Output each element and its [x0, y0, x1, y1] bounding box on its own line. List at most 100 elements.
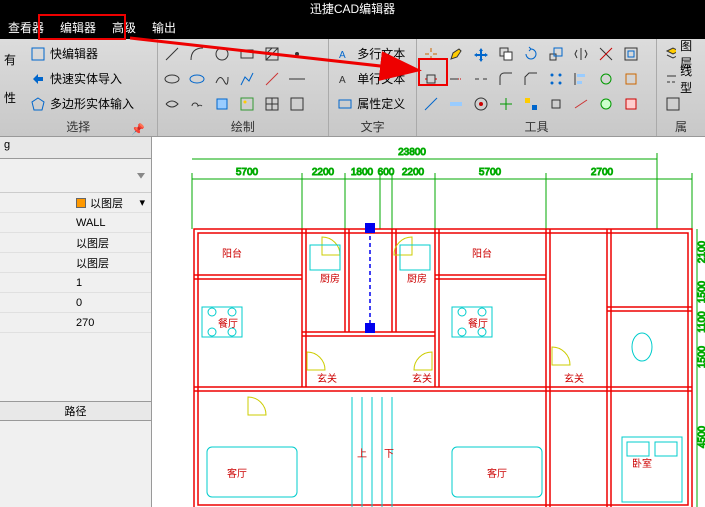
- ellipse-icon[interactable]: [160, 66, 185, 91]
- pline-icon[interactable]: [235, 66, 260, 91]
- hatch-icon[interactable]: [260, 41, 285, 66]
- stretch-icon[interactable]: [419, 66, 444, 91]
- array-icon[interactable]: [544, 66, 569, 91]
- point-icon[interactable]: [285, 41, 310, 66]
- prop-thickness[interactable]: 0: [0, 293, 151, 313]
- region-icon[interactable]: [210, 91, 235, 116]
- line-icon[interactable]: [160, 41, 185, 66]
- mtext-button[interactable]: A 多行文本: [333, 42, 409, 66]
- tool23-icon[interactable]: [519, 91, 544, 116]
- drawing-canvas[interactable]: 23800 5700 2200 1800 600 2200 5700 2700 …: [152, 137, 705, 507]
- polygon-input-button[interactable]: 多边形实体输入: [26, 92, 138, 116]
- tool17-icon[interactable]: [594, 66, 619, 91]
- prop-rotation[interactable]: 270: [0, 313, 151, 333]
- fillet-icon[interactable]: [494, 66, 519, 91]
- copy-icon[interactable]: [494, 41, 519, 66]
- tool20-icon[interactable]: [444, 91, 469, 116]
- svg-text:5700: 5700: [479, 167, 502, 178]
- prop-layer[interactable]: WALL: [0, 213, 151, 233]
- menu-bar: 查看器 编辑器 高级 输出: [0, 18, 705, 39]
- rotate-icon[interactable]: [519, 41, 544, 66]
- cut-label-2: 性: [4, 89, 22, 106]
- svg-text:23800: 23800: [398, 147, 426, 158]
- svg-text:玄关: 玄关: [317, 372, 337, 385]
- menu-editor[interactable]: 编辑器: [52, 18, 104, 39]
- quick-edit-icon: [30, 46, 46, 62]
- arc-icon[interactable]: [185, 41, 210, 66]
- align-icon[interactable]: [569, 66, 594, 91]
- prop-color[interactable]: 以图层 ▾: [0, 193, 151, 213]
- svg-text:客厅: 客厅: [487, 467, 507, 480]
- linetype-button[interactable]: 线型: [661, 67, 701, 91]
- ribbon-group-text: A 多行文本 A 单行文本 属性定义 文字: [329, 39, 417, 136]
- prop-lineweight[interactable]: 以图层: [0, 253, 151, 273]
- prop-scale[interactable]: 1: [0, 273, 151, 293]
- ribbon-group-prop: 图层 线型 属: [657, 39, 705, 136]
- menu-output[interactable]: 输出: [144, 18, 184, 39]
- svg-text:1800: 1800: [351, 167, 374, 178]
- explode-icon[interactable]: [419, 41, 444, 66]
- quick-import-button[interactable]: 快速实体导入: [26, 67, 138, 91]
- pin-icon[interactable]: 📌: [131, 123, 145, 136]
- menu-advanced[interactable]: 高级: [104, 18, 144, 39]
- prop-row3[interactable]: [661, 92, 701, 116]
- tool22-icon[interactable]: [494, 91, 519, 116]
- tool26-icon[interactable]: [594, 91, 619, 116]
- svg-text:1500: 1500: [697, 280, 705, 303]
- rect-icon[interactable]: [235, 41, 260, 66]
- mirror-icon[interactable]: [569, 41, 594, 66]
- quick-editor-button[interactable]: 快编辑器: [26, 42, 138, 66]
- ray-icon[interactable]: [260, 66, 285, 91]
- extend-icon[interactable]: [444, 66, 469, 91]
- svg-text:5700: 5700: [236, 167, 259, 178]
- image-icon[interactable]: [235, 91, 260, 116]
- path-section-header[interactable]: 路径: [0, 401, 151, 421]
- text-group-label: 文字: [329, 118, 416, 136]
- ribbon-group-select: 有 性 快编辑器 快速实体导入 多边形实体输入 选择: [0, 39, 158, 136]
- svg-text:2100: 2100: [697, 240, 705, 263]
- svg-text:2700: 2700: [591, 167, 614, 178]
- attdef-icon: [337, 96, 353, 112]
- dtext-button[interactable]: A 单行文本: [333, 67, 409, 91]
- svg-text:上: 上: [357, 448, 367, 460]
- move-icon[interactable]: [469, 41, 494, 66]
- attdef-button[interactable]: 属性定义: [333, 92, 409, 116]
- ellipse2-icon[interactable]: [185, 66, 210, 91]
- tool24-icon[interactable]: [544, 91, 569, 116]
- tool19-icon[interactable]: [419, 91, 444, 116]
- menu-viewer[interactable]: 查看器: [0, 18, 52, 39]
- svg-text:下: 下: [384, 449, 394, 460]
- svg-text:阳台: 阳台: [222, 247, 242, 260]
- more-draw-icon[interactable]: [285, 91, 310, 116]
- tool27-icon[interactable]: [619, 91, 644, 116]
- panel-tab[interactable]: g: [0, 137, 151, 159]
- tools-group-label: 工具: [417, 118, 656, 136]
- break-icon[interactable]: [469, 66, 494, 91]
- prop-linetype[interactable]: 以图层: [0, 233, 151, 253]
- tool25-icon[interactable]: [569, 91, 594, 116]
- chamfer-icon[interactable]: [519, 66, 544, 91]
- cloud-icon[interactable]: [185, 91, 210, 116]
- properties-panel: g 以图层 ▾ WALL 以图层 以图层 1 0 270 📌 路径: [0, 137, 152, 507]
- ribbon-group-tools: 工具: [417, 39, 657, 136]
- draw-group-label: 绘制: [158, 118, 329, 136]
- tool21-icon[interactable]: [469, 91, 494, 116]
- svg-text:玄关: 玄关: [564, 372, 584, 385]
- offset-icon[interactable]: [619, 41, 644, 66]
- tool18-icon[interactable]: [619, 66, 644, 91]
- scale-icon[interactable]: [544, 41, 569, 66]
- cut-label-1: 有: [4, 51, 22, 68]
- prop-group-label: 属: [657, 118, 705, 136]
- polyline-icon[interactable]: [160, 91, 185, 116]
- linetype-icon: [665, 71, 676, 87]
- svg-text:客厅: 客厅: [227, 467, 247, 480]
- panel-collapse[interactable]: [0, 159, 151, 193]
- table-icon[interactable]: [260, 91, 285, 116]
- svg-text:A: A: [339, 50, 346, 61]
- circle-icon[interactable]: [210, 41, 235, 66]
- spline-icon[interactable]: [210, 66, 235, 91]
- xline-icon[interactable]: [285, 66, 310, 91]
- edit-icon[interactable]: [444, 41, 469, 66]
- svg-text:厨房: 厨房: [320, 272, 340, 285]
- trim-icon[interactable]: [594, 41, 619, 66]
